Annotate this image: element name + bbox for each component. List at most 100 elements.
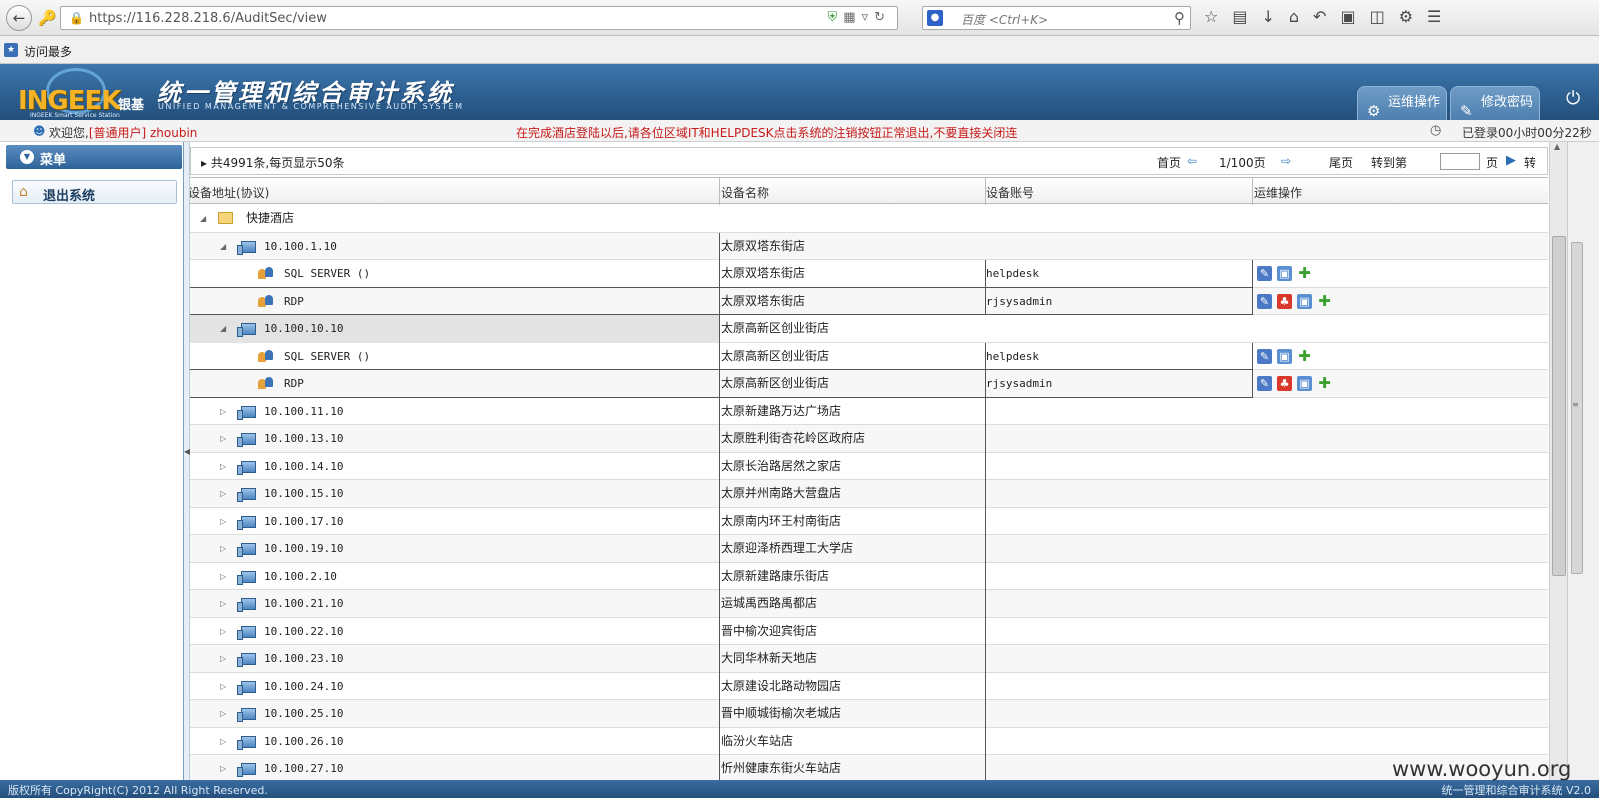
undo-icon[interactable]: ↶ — [1313, 7, 1340, 26]
next-page-icon[interactable]: ⇨ — [1281, 154, 1291, 168]
expand-arrow-icon[interactable]: ◢ — [200, 205, 206, 232]
collapsed-arrow-icon[interactable]: ▷ — [220, 700, 226, 727]
col-divider[interactable] — [1252, 178, 1253, 205]
table-row-host[interactable]: ▷ 10.100.17.10 太原南内环王村南街店 — [190, 507, 1548, 535]
table-row-host[interactable]: ▷ 10.100.2.10 太原新建路康乐街店 — [190, 562, 1548, 590]
client-icon[interactable]: ▣ — [1297, 293, 1312, 309]
collapsed-arrow-icon[interactable]: ▷ — [220, 755, 226, 780]
table-row-host[interactable]: ▷ 10.100.23.10 大同华林新天地店 — [190, 645, 1548, 673]
collapsed-arrow-icon[interactable]: ▷ — [220, 618, 226, 645]
first-page-link[interactable]: 首页 — [1157, 154, 1181, 171]
plugin-icon[interactable]: ✚ — [1317, 376, 1332, 391]
search-box[interactable]: ● 百度 <Ctrl+K> ⚲ — [922, 6, 1191, 30]
table-row-account[interactable]: RDP 太原双塔东街店 rjsysadmin ✎ ♣ ▣ ✚ — [190, 287, 1548, 315]
table-row-account[interactable]: RDP 太原高新区创业街店 rjsysadmin ✎ ♣ ▣ ✚ — [190, 370, 1548, 398]
go-button[interactable]: 转 — [1524, 154, 1536, 171]
collapsed-arrow-icon[interactable]: ▷ — [220, 728, 226, 755]
expand-arrow-icon[interactable]: ◢ — [220, 315, 226, 342]
tab-ops[interactable]: ⚙ 运维操作 — [1357, 86, 1447, 120]
home-page-icon[interactable]: ⌂ — [1289, 7, 1313, 26]
collapsed-arrow-icon[interactable]: ▷ — [220, 508, 226, 535]
logout-label: 退出系统 — [43, 189, 96, 204]
key-icon[interactable]: 🔑 — [38, 9, 57, 27]
copy-icon[interactable]: ◫ — [1370, 7, 1399, 26]
collapsed-arrow-icon[interactable]: ▷ — [220, 673, 226, 700]
rdp-icon[interactable]: ♣ — [1277, 293, 1292, 309]
expand-arrow-icon[interactable]: ◢ — [220, 233, 226, 260]
collapsed-arrow-icon[interactable]: ▷ — [220, 398, 226, 425]
collapse-arrow-icon[interactable]: ▼ — [20, 150, 34, 164]
page-number-input[interactable] — [1440, 153, 1480, 170]
address-bar[interactable]: 🔒 https://116.228.218.6/AuditSec/view ⛨▦… — [60, 6, 898, 30]
bookmark-most-visited[interactable]: 访问最多 — [24, 43, 72, 60]
col-divider[interactable] — [719, 178, 720, 205]
reload-icon[interactable]: ↻ — [874, 10, 891, 25]
rdp-icon[interactable]: ♣ — [1277, 376, 1292, 391]
client-icon[interactable]: ▣ — [1277, 266, 1292, 281]
star-icon[interactable]: ☆ — [1204, 7, 1232, 26]
collapsed-arrow-icon[interactable]: ▷ — [220, 563, 226, 590]
col-account[interactable]: 设备账号 — [986, 184, 1034, 201]
table-row-host[interactable]: ▷ 10.100.15.10 太原并州南路大营盘店 — [190, 480, 1548, 508]
reading-list-icon[interactable]: ▤ — [1232, 7, 1261, 26]
puzzle-icon[interactable]: ⚙ — [1399, 7, 1427, 26]
tree-cell: RDP — [190, 370, 720, 398]
crop-icon[interactable]: ▣ — [1340, 7, 1369, 26]
connect-icon[interactable]: ✎ — [1257, 266, 1272, 281]
tree-cell: ▷ 10.100.26.10 — [190, 727, 720, 755]
connect-icon[interactable]: ✎ — [1257, 348, 1272, 364]
page-scrollbar[interactable]: ≡ — [1567, 142, 1599, 780]
plugin-icon[interactable]: ✚ — [1317, 293, 1332, 309]
plugin-icon[interactable]: ✚ — [1297, 266, 1312, 281]
table-row-group[interactable]: ◢ 快捷酒店 — [190, 205, 1548, 233]
power-icon[interactable]: ⏻ — [1566, 88, 1580, 109]
plugin-icon[interactable]: ✚ — [1297, 348, 1312, 364]
table-row-host[interactable]: ▷ 10.100.21.10 运城禹西路禹都店 — [190, 590, 1548, 618]
collapsed-arrow-icon[interactable]: ▷ — [220, 535, 226, 562]
table-row-account[interactable]: SQL SERVER () 太原高新区创业街店 helpdesk ✎ ▣ ✚ — [190, 342, 1548, 370]
col-address[interactable]: 设备地址(协议) — [190, 184, 269, 201]
table-row-host[interactable]: ▷ 10.100.19.10 太原迎泽桥西理工大学店 — [190, 535, 1548, 563]
table-row-host[interactable]: ▷ 10.100.14.10 太原长治路居然之家店 — [190, 452, 1548, 480]
last-page-link[interactable]: 尾页 — [1329, 154, 1353, 171]
menu-header[interactable]: ▼ 菜单 — [6, 145, 182, 169]
table-row-host[interactable]: ▷ 10.100.13.10 太原胜利街杏花岭区政府店 — [190, 425, 1548, 453]
table-row-account[interactable]: SQL SERVER () 太原双塔东街店 helpdesk ✎ ▣ ✚ — [190, 260, 1548, 288]
connect-icon[interactable]: ✎ — [1257, 376, 1272, 391]
collapsed-arrow-icon[interactable]: ▷ — [220, 425, 226, 452]
prev-page-icon[interactable]: ⇦ — [1187, 154, 1197, 168]
collapsed-arrow-icon[interactable]: ▷ — [220, 480, 226, 507]
go-page-icon[interactable]: ▶ — [1506, 153, 1516, 168]
menu-icon[interactable]: ☰ — [1427, 7, 1455, 26]
table-row-host[interactable]: ▷ 10.100.24.10 太原建设北路动物园店 — [190, 672, 1548, 700]
table-row-host[interactable]: ▷ 10.100.22.10 晋中榆次迎宾街店 — [190, 617, 1548, 645]
back-arrow-icon[interactable]: ← — [6, 5, 32, 31]
tab-change-password[interactable]: ✎ 修改密码 — [1450, 86, 1540, 120]
table-row-host[interactable]: ▷ 10.100.27.10 忻州健康东街火车站店 — [190, 755, 1548, 780]
collapsed-arrow-icon[interactable]: ▷ — [220, 645, 226, 672]
grid-scrollbar[interactable]: ▲ — [1549, 142, 1567, 780]
download-icon[interactable]: ↓ — [1261, 7, 1288, 26]
url-text[interactable]: https://116.228.218.6/AuditSec/view — [89, 11, 327, 26]
qr-icon[interactable]: ▦ — [843, 10, 861, 25]
table-row-host[interactable]: ▷ 10.100.26.10 临汾火车站店 — [190, 727, 1548, 755]
logout-button[interactable]: ⌂ 退出系统 — [12, 180, 177, 204]
client-icon[interactable]: ▣ — [1297, 376, 1312, 391]
connect-icon[interactable]: ✎ — [1257, 293, 1272, 309]
device-name: 大同华林新天地店 — [720, 645, 986, 673]
collapsed-arrow-icon[interactable]: ▷ — [220, 590, 226, 617]
table-row-host[interactable]: ▷ 10.100.25.10 晋中顺城街榆次老城店 — [190, 700, 1548, 728]
table-row-host[interactable]: ◢ 10.100.1.10 太原双塔东街店 — [190, 232, 1548, 260]
col-name[interactable]: 设备名称 — [721, 184, 769, 201]
client-icon[interactable]: ▣ — [1277, 348, 1292, 364]
grid-scroll-thumb[interactable] — [1552, 236, 1566, 576]
scroll-up-icon[interactable]: ▲ — [1554, 142, 1560, 151]
shield-icon[interactable]: ⛨ — [828, 10, 844, 25]
col-ops[interactable]: 运维操作 — [1254, 184, 1302, 201]
dropdown-icon[interactable]: ▿ — [862, 10, 875, 25]
search-icon[interactable]: ⚲ — [1174, 9, 1185, 27]
table-row-host[interactable]: ▷ 10.100.11.10 太原新建路万达广场店 — [190, 397, 1548, 425]
collapsed-arrow-icon[interactable]: ▷ — [220, 453, 226, 480]
table-row-host[interactable]: ◢ 10.100.10.10 太原高新区创业街店 — [190, 315, 1548, 343]
baidu-paw-icon[interactable]: ● — [927, 10, 943, 26]
